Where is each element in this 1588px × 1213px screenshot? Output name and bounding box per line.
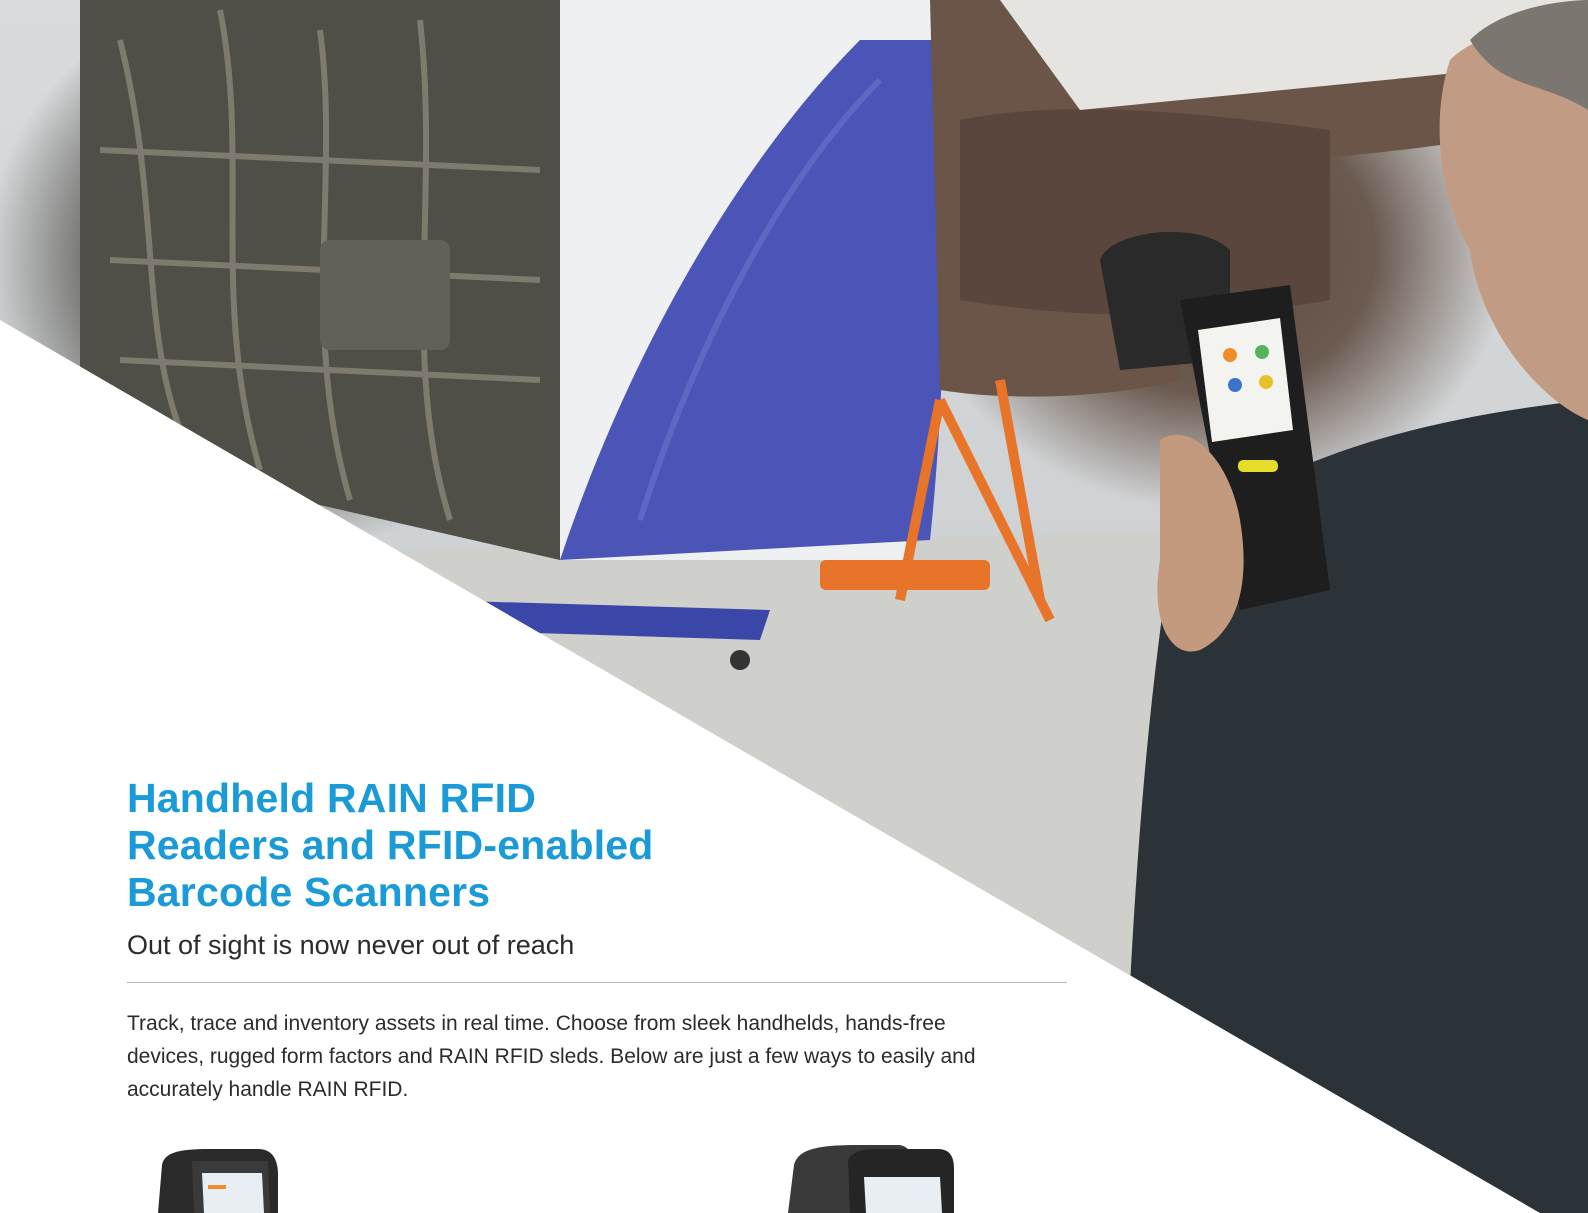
divider bbox=[127, 982, 1067, 983]
intro-paragraph: Track, trace and inventory assets in rea… bbox=[127, 1012, 976, 1101]
subtitle: Out of sight is now never out of reach bbox=[127, 930, 575, 960]
title-line-1: Handheld RAIN RFID bbox=[127, 775, 537, 821]
page-title: Handheld RAIN RFID Readers and RFID-enab… bbox=[127, 775, 747, 916]
brochure-page: Handheld RAIN RFID Readers and RFID-enab… bbox=[0, 0, 1588, 1213]
title-line-2: Readers and RFID-enabled bbox=[127, 822, 654, 868]
title-line-3: Barcode Scanners bbox=[127, 869, 491, 915]
intro-section: Handheld RAIN RFID Readers and RFID-enab… bbox=[127, 775, 1067, 1106]
rfid-sled-device-icon bbox=[788, 1145, 954, 1213]
rfid-handheld-device-icon bbox=[158, 1149, 278, 1213]
